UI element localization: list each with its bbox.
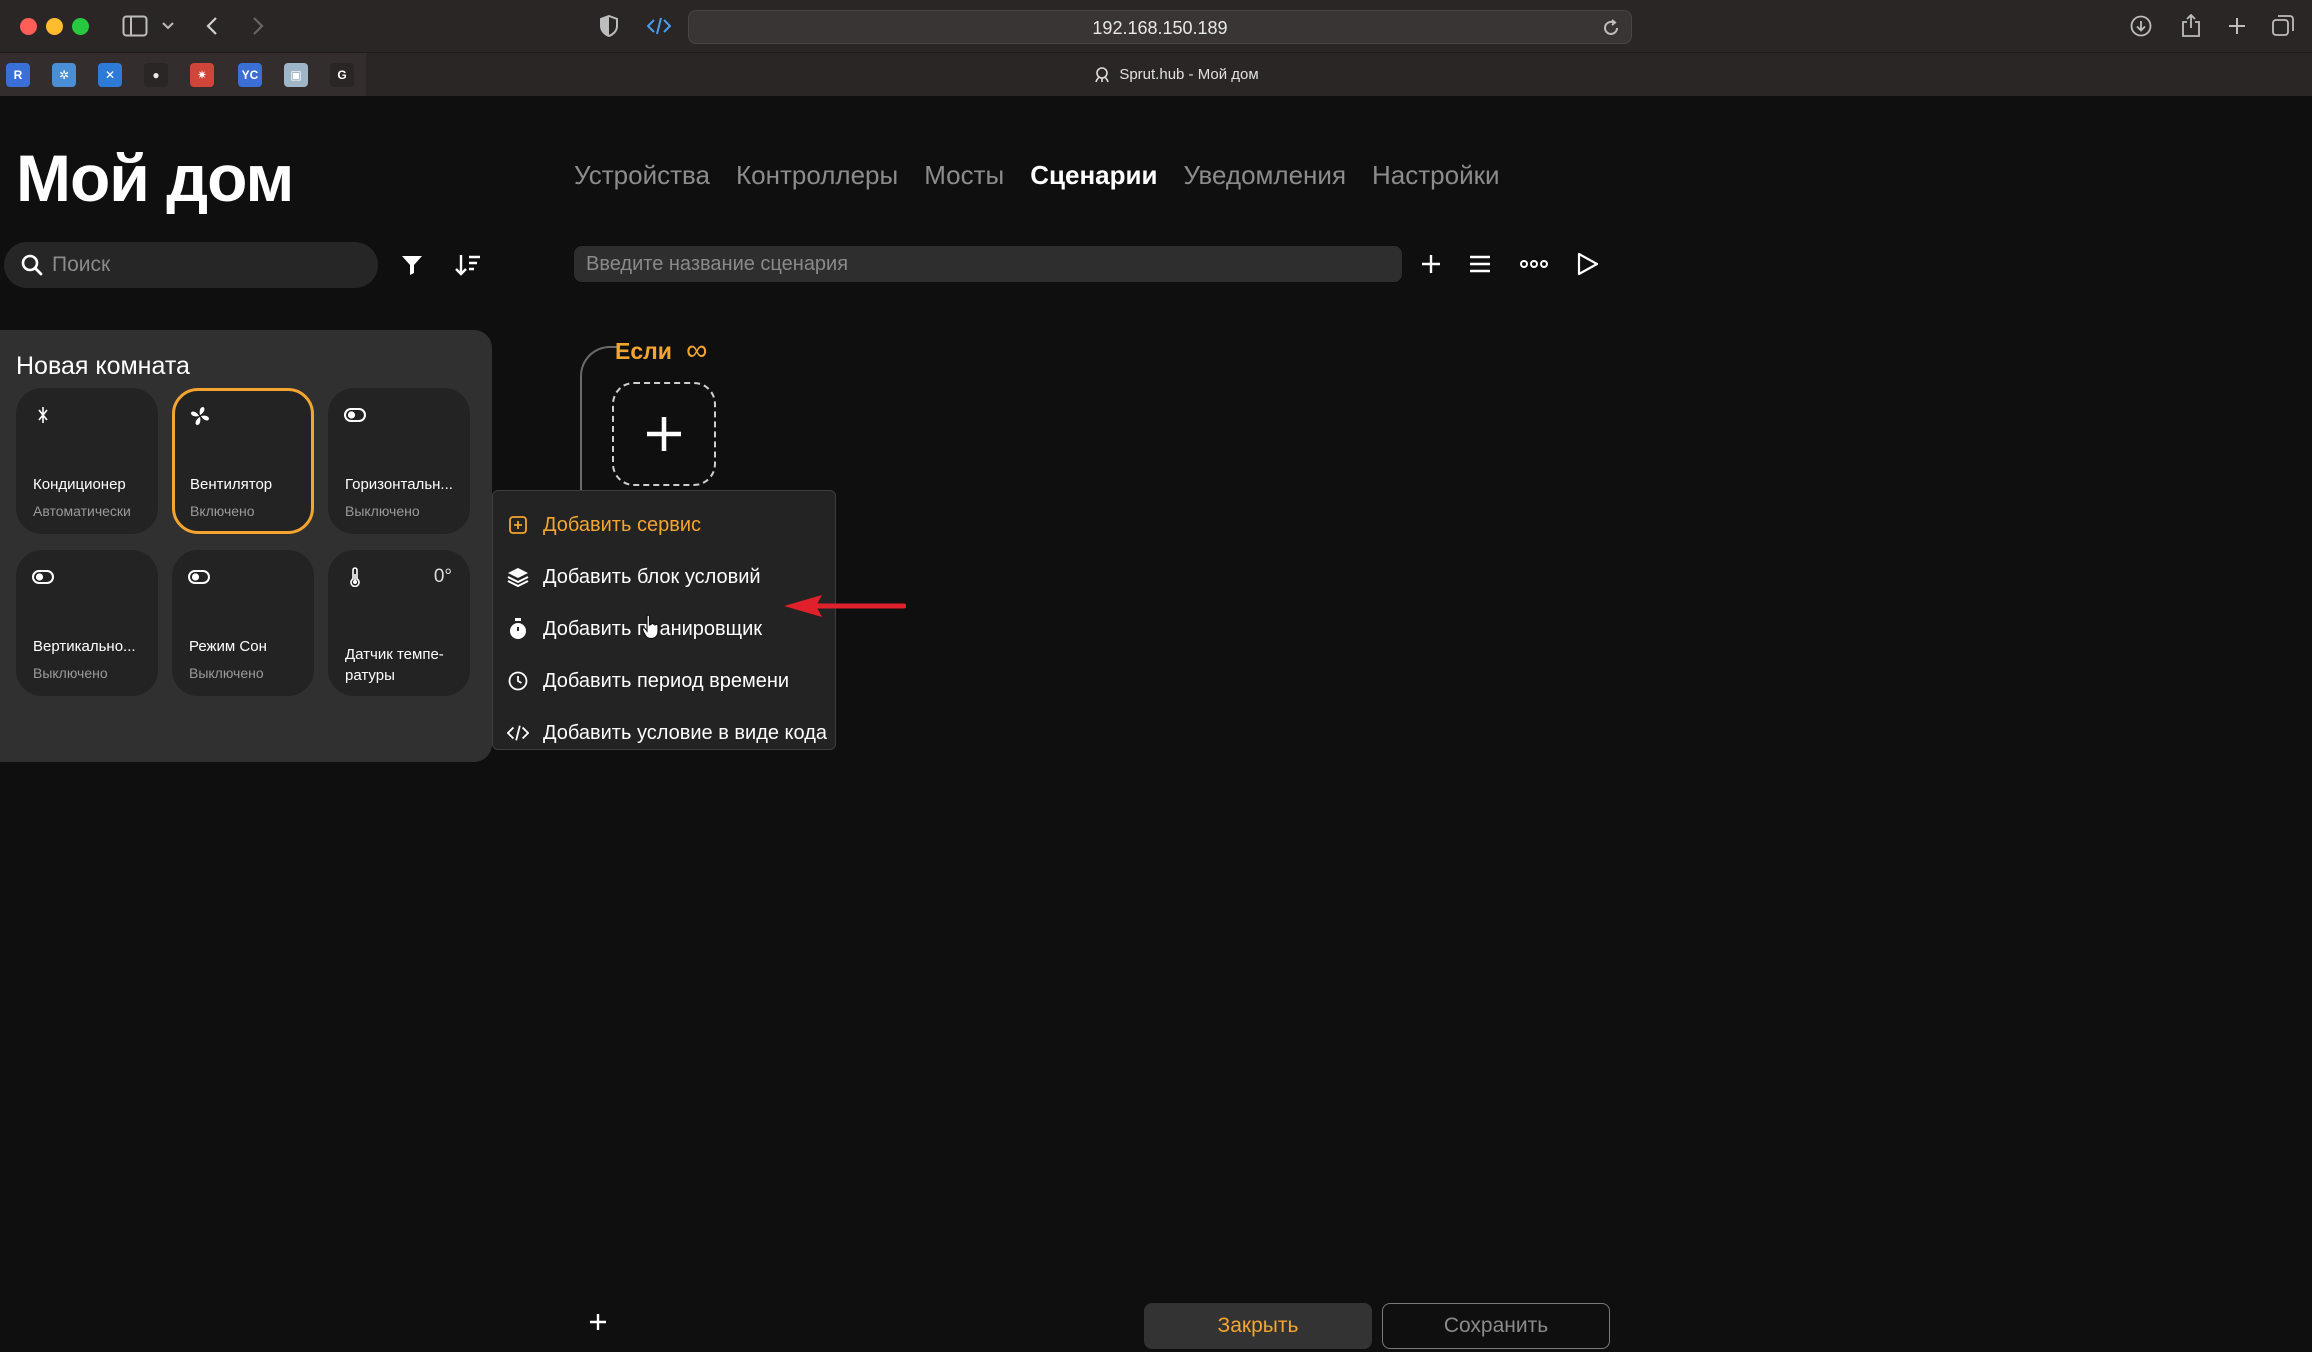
tab-overview-icon[interactable] — [2270, 12, 2296, 40]
plus-square-icon — [507, 514, 529, 536]
toggle-icon — [344, 404, 366, 426]
tile-name: Датчик темпе-ратуры — [345, 646, 444, 684]
menu-item-3[interactable]: Добавить период времени — [493, 655, 835, 707]
forward-icon[interactable] — [248, 12, 268, 40]
plus-icon — [647, 417, 681, 451]
nav-item-4[interactable]: Уведомления — [1183, 160, 1346, 191]
filter-button[interactable] — [394, 247, 430, 283]
toggle-icon — [32, 566, 54, 588]
menu-item-label: Добавить условие в виде кода — [543, 721, 827, 744]
nav-item-2[interactable]: Мосты — [924, 160, 1004, 191]
add-condition-slot[interactable] — [612, 382, 716, 486]
tab-title-text: Sprut.hub - Мой дом — [1119, 66, 1259, 83]
close-window-button[interactable] — [20, 18, 37, 35]
sort-button[interactable] — [450, 247, 486, 283]
add-button[interactable] — [1413, 246, 1449, 282]
run-button[interactable] — [1570, 246, 1606, 282]
toggle-icon — [188, 566, 210, 588]
clock-icon — [507, 670, 529, 692]
save-button[interactable]: Сохранить — [1382, 1303, 1610, 1349]
privacy-shield-icon[interactable] — [598, 12, 620, 40]
reload-icon[interactable] — [1601, 18, 1621, 38]
tab-bar: R ✲ ✕ ● ✷ YC ▣ G Sprut.hub - Мой дом — [0, 52, 2312, 97]
stopwatch-icon — [507, 618, 529, 640]
active-tab[interactable]: Sprut.hub - Мой дом — [0, 53, 2312, 102]
more-icon — [1520, 260, 1548, 268]
device-tile[interactable]: Режим Сон Выключено — [172, 550, 314, 696]
tile-status: Выключено — [189, 665, 264, 681]
if-label: Если — [615, 338, 672, 364]
plus-icon — [1422, 255, 1440, 273]
back-icon[interactable] — [202, 12, 222, 40]
device-tile[interactable]: Вертикально... Выключено — [16, 550, 158, 696]
hand-cursor-icon — [641, 614, 659, 640]
tile-status: Включено — [190, 503, 255, 519]
more-button[interactable] — [1516, 246, 1552, 282]
menu-item-4[interactable]: Добавить условие в виде кода — [493, 707, 835, 759]
layers-icon — [507, 566, 529, 588]
filter-icon — [402, 256, 422, 275]
address-text: 192.168.150.189 — [1092, 18, 1228, 38]
address-bar[interactable]: 192.168.150.189 — [688, 10, 1632, 44]
sort-icon — [455, 255, 480, 276]
tile-status: Автоматически — [33, 503, 131, 519]
list-button[interactable] — [1462, 246, 1498, 282]
device-tile[interactable]: Кондиционер Автоматически — [16, 388, 158, 534]
air-conditioner-icon — [32, 404, 54, 426]
device-tile[interactable]: Горизонтальн... Выключено — [328, 388, 470, 534]
add-menu: Добавить сервис Добавить блок условий Доба… — [492, 490, 836, 750]
room-title: Новая комната — [16, 352, 190, 380]
downloads-icon[interactable] — [2128, 12, 2154, 40]
scenario-name-input[interactable] — [574, 246, 1402, 282]
list-icon — [1470, 255, 1490, 273]
chevron-down-icon[interactable] — [160, 12, 176, 40]
device-tile[interactable]: Вентилятор Включено — [172, 388, 314, 534]
annotation-arrow — [784, 595, 906, 617]
nav-item-0[interactable]: Устройства — [574, 160, 710, 191]
page-title: Мой дом — [16, 141, 294, 215]
nav-item-3[interactable]: Сценарии — [1030, 160, 1157, 191]
sidebar-toggle-icon[interactable] — [120, 12, 150, 40]
play-icon — [1577, 252, 1599, 276]
new-tab-icon[interactable] — [2224, 12, 2250, 40]
code-icon — [507, 722, 529, 744]
menu-item-label: Добавить блок условий — [543, 565, 761, 588]
device-tile[interactable]: 0° Датчик темпе-ратуры — [328, 550, 470, 696]
menu-item-0[interactable]: Добавить сервис — [493, 499, 835, 551]
search-icon — [21, 254, 43, 276]
tile-status: Выключено — [345, 503, 420, 519]
minimize-window-button[interactable] — [46, 18, 63, 35]
main-nav: Устройства Контроллеры Мосты Сценарии Уведом… — [574, 160, 1500, 191]
fan-icon — [189, 405, 211, 427]
share-icon[interactable] — [2178, 12, 2204, 40]
thermometer-icon — [344, 566, 366, 588]
search-input[interactable] — [52, 242, 362, 288]
close-button[interactable]: Закрыть — [1144, 1303, 1372, 1349]
tile-name: Горизонтальн... — [345, 476, 453, 493]
add-block-button[interactable] — [584, 1308, 612, 1336]
nav-item-1[interactable]: Контроллеры — [736, 160, 898, 191]
tile-name: Кондиционер — [33, 476, 126, 493]
tile-value: 0° — [433, 566, 452, 587]
sprut-logo-icon — [1095, 67, 1110, 83]
loop-icon[interactable]: ∞ — [686, 334, 707, 368]
search-box[interactable] — [4, 242, 378, 288]
room-panel: Новая комната Кондиционер Автоматически Ве… — [0, 330, 492, 762]
menu-item-label: Добавить период времени — [543, 669, 790, 692]
plus-icon — [590, 1314, 606, 1330]
zoom-window-button[interactable] — [72, 18, 89, 35]
tile-name: Вентилятор — [190, 476, 273, 493]
tile-name: Вертикально... — [33, 638, 136, 655]
browser-toolbar: 192.168.150.189 — [0, 0, 2312, 52]
app-root: Мой дом Устройства Контроллеры Мосты Сценар… — [0, 96, 2312, 1352]
code-icon[interactable] — [646, 12, 672, 40]
nav-item-5[interactable]: Настройки — [1372, 160, 1500, 191]
tile-status: Выключено — [33, 665, 108, 681]
menu-item-label: Добавить сервис — [543, 513, 701, 536]
tile-name: Режим Сон — [189, 638, 267, 655]
